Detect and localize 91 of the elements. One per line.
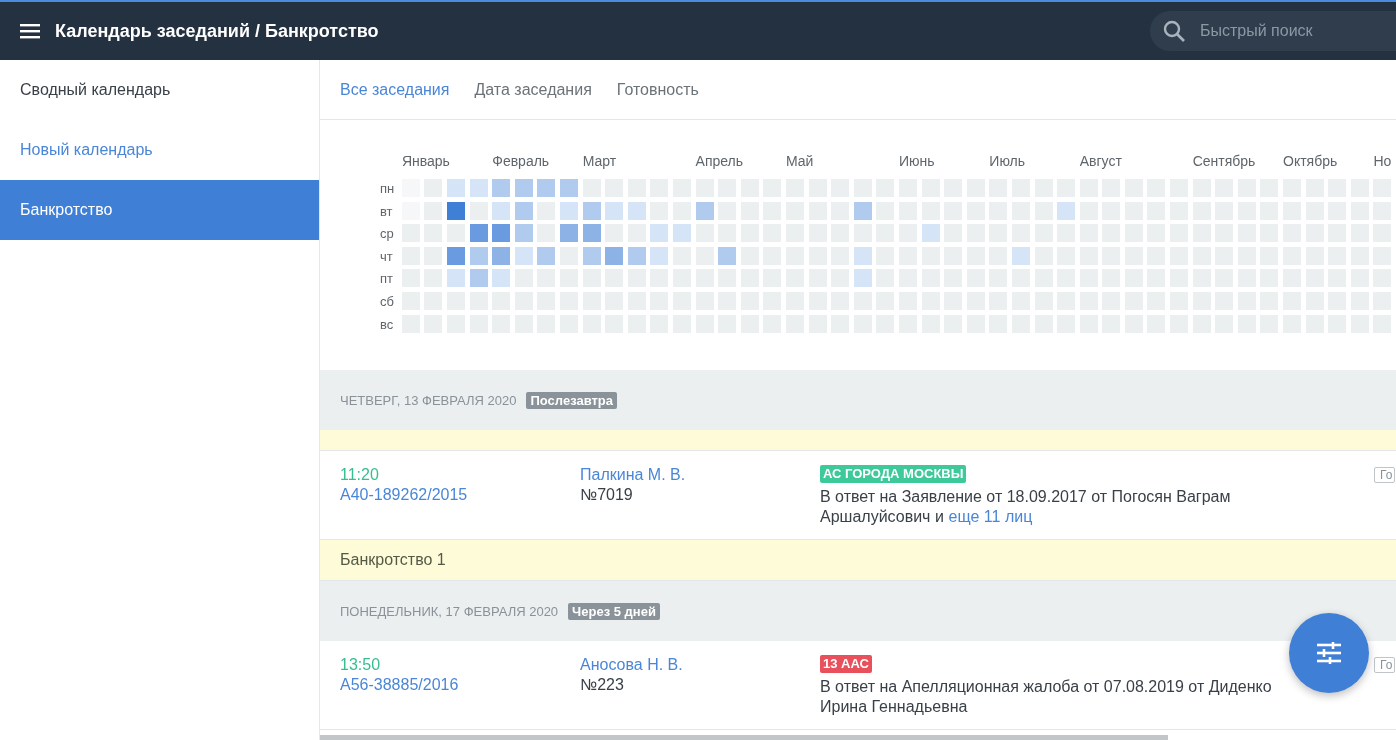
- heatmap-cell[interactable]: [492, 269, 511, 288]
- tab[interactable]: Готовность: [616, 80, 699, 99]
- menu-icon[interactable]: [20, 23, 40, 39]
- case-link[interactable]: А40-189262/2015: [340, 485, 580, 505]
- case-link[interactable]: А56-38885/2016: [340, 675, 580, 695]
- group-label: Банкротство 1: [320, 540, 1396, 581]
- heatmap-cell[interactable]: [560, 179, 579, 197]
- heatmap-cell[interactable]: [537, 246, 556, 265]
- heatmap-cell[interactable]: [469, 269, 488, 288]
- heatmap-cell[interactable]: [469, 224, 488, 243]
- tab[interactable]: Дата заседания: [474, 80, 592, 99]
- weekday-label: пн: [380, 180, 396, 198]
- heatmap-cell[interactable]: [492, 179, 511, 197]
- month-label: Сентябрь: [1192, 153, 1256, 171]
- heatmap-cell[interactable]: [582, 246, 601, 265]
- heatmap-cell[interactable]: [582, 224, 601, 243]
- heatmap-cell[interactable]: [514, 224, 533, 243]
- date-label: ЧЕТВЕРГ, 13 ФЕВРАЛЯ 2020: [340, 392, 517, 408]
- date-label: ПОНЕДЕЛЬНИК, 17 ФЕВРАЛЯ 2020: [340, 603, 559, 619]
- heatmap-cell[interactable]: [921, 224, 940, 243]
- room-number: №223: [580, 675, 625, 695]
- month-label: Февраль: [492, 153, 550, 171]
- month-label: Июнь: [898, 153, 935, 171]
- session-description: В ответ на Заявление от 18.09.2017 от Погосян Ваграм Аршалуйсович и еще 11 лиц: [820, 487, 1232, 527]
- session-time: 13:50: [340, 655, 382, 675]
- sidebar-item[interactable]: Банкротство: [0, 180, 319, 240]
- heatmap-cell[interactable]: [650, 224, 669, 243]
- heatmap-cell[interactable]: [492, 201, 511, 220]
- heatmap-cell[interactable]: [853, 269, 872, 288]
- search-icon: [1163, 20, 1185, 42]
- session-time: 11:20: [340, 465, 380, 485]
- sidebar-item[interactable]: Сводный календарь: [0, 60, 319, 120]
- weekday-label: ср: [380, 225, 395, 244]
- sliders-icon: [1317, 642, 1341, 664]
- heatmap-cell[interactable]: [447, 201, 466, 220]
- heatmap-cell[interactable]: [514, 179, 533, 197]
- search-field[interactable]: Быстрый поиск: [1150, 11, 1396, 51]
- status-chip[interactable]: Го: [1374, 467, 1396, 483]
- heatmap-cell[interactable]: [605, 246, 624, 265]
- relative-day-badge: Послезавтра: [526, 391, 618, 409]
- heatmap-cell[interactable]: [537, 179, 556, 197]
- more-parties-link[interactable]: еще 11 лиц: [948, 508, 1033, 525]
- tab[interactable]: Все заседания: [340, 80, 450, 99]
- heatmap-cell[interactable]: [853, 246, 872, 265]
- heatmap-cell[interactable]: [718, 246, 737, 265]
- month-label: Март: [582, 153, 617, 171]
- horizontal-scrollbar[interactable]: [320, 735, 1168, 740]
- relative-day-badge: Через 5 дней: [568, 602, 660, 620]
- heatmap-cell[interactable]: [1057, 201, 1076, 220]
- month-label: Август: [1079, 153, 1122, 171]
- month-label: Но: [1373, 153, 1392, 171]
- heatmap-cell[interactable]: [447, 179, 466, 197]
- heatmap-cell[interactable]: [605, 201, 624, 220]
- heatmap-cell[interactable]: [514, 201, 533, 220]
- filter-button[interactable]: [1289, 613, 1369, 693]
- weekday-label: вс: [380, 315, 395, 334]
- heatmap-cell[interactable]: [514, 246, 533, 265]
- court-tag: 13 ААС: [820, 655, 872, 673]
- heatmap-cell[interactable]: [560, 201, 579, 220]
- heatmap-cell[interactable]: [650, 246, 669, 265]
- weekday-label: вт: [380, 202, 394, 221]
- heatmap-cell[interactable]: [695, 201, 714, 220]
- heatmap-cell[interactable]: [469, 179, 488, 197]
- room-number: №7019: [580, 485, 634, 505]
- weekday-label: сб: [380, 292, 395, 311]
- judge-link[interactable]: Палкина М. В.: [580, 465, 820, 485]
- page-title: Календарь заседаний / Банкротство: [55, 20, 379, 42]
- weekday-label: чт: [380, 247, 394, 266]
- heatmap-cell[interactable]: [469, 246, 488, 265]
- sidebar-item[interactable]: Новый календарь: [0, 120, 319, 180]
- heatmap-cell[interactable]: [853, 201, 872, 220]
- month-label: Октябрь: [1283, 153, 1338, 171]
- heatmap-cell[interactable]: [627, 246, 646, 265]
- heatmap-cell[interactable]: [627, 201, 646, 220]
- month-label: Май: [785, 153, 814, 171]
- heatmap-cell[interactable]: [447, 246, 466, 265]
- heatmap-cell[interactable]: [492, 224, 511, 243]
- weekday-label: пт: [380, 270, 394, 289]
- session-description: В ответ на Апелляционная жалоба от 07.08.2019 от Диденко Ирина Геннадьевна: [820, 677, 1273, 717]
- month-label: Июль: [989, 153, 1026, 171]
- heatmap-cell[interactable]: [1011, 246, 1030, 265]
- month-label: Апрель: [695, 153, 744, 171]
- heatmap-cell[interactable]: [560, 224, 579, 243]
- heatmap-cell[interactable]: [447, 269, 466, 288]
- heatmap-cell[interactable]: [582, 201, 601, 220]
- month-label: Январь: [401, 153, 450, 171]
- heatmap-cell[interactable]: [492, 246, 511, 265]
- judge-link[interactable]: Аносова Н. В.: [580, 655, 820, 675]
- court-tag: АС ГОРОДА МОСКВЫ: [820, 465, 967, 483]
- status-chip[interactable]: Го: [1374, 657, 1396, 673]
- heatmap-cell[interactable]: [673, 224, 691, 243]
